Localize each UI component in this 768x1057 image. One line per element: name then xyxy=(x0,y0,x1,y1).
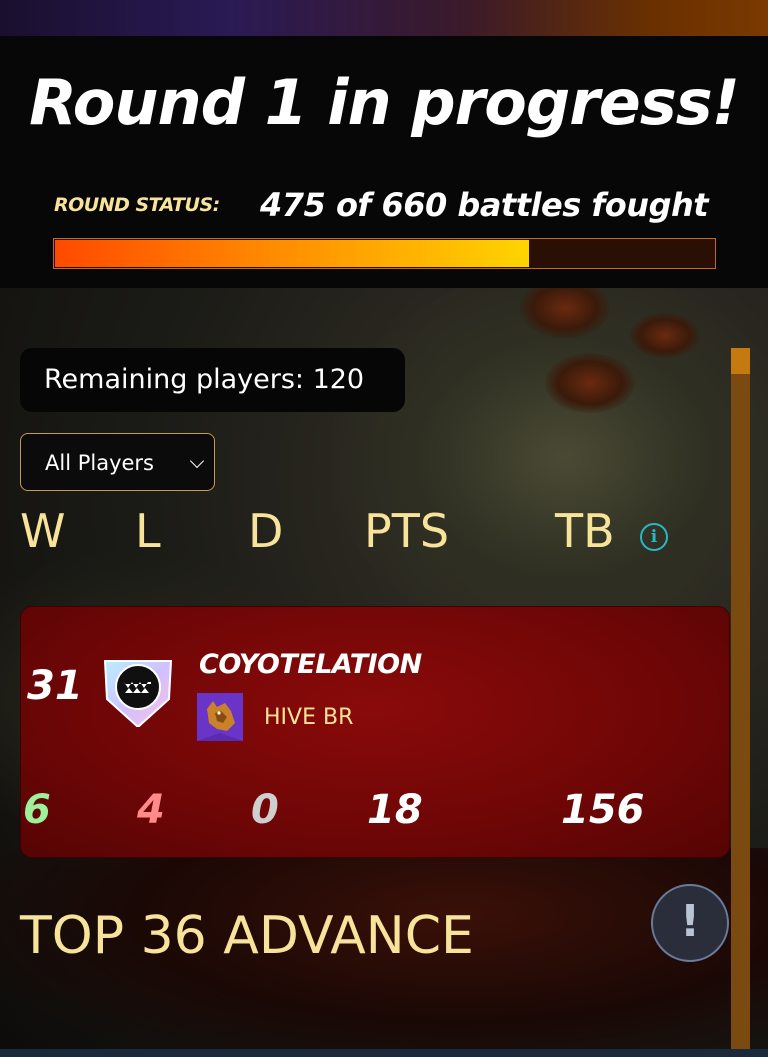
player-filter-value: All Players xyxy=(45,451,154,475)
top-gradient-strip xyxy=(0,0,768,36)
guild-name[interactable]: HIVE BR xyxy=(264,705,353,730)
standings-panel: Remaining players: 120 All Players W L D… xyxy=(0,288,768,1049)
chevron-down-icon xyxy=(189,453,205,469)
player-name[interactable]: COYOTELATION xyxy=(199,649,422,680)
scrollbar-thumb[interactable] xyxy=(731,348,750,374)
player-draws: 0 xyxy=(251,787,279,833)
advance-info: TOP 36 ADVANCE xyxy=(20,906,474,966)
column-header-draws: D xyxy=(248,504,284,558)
background-art xyxy=(630,313,700,358)
alert-button[interactable]: ! xyxy=(651,884,729,962)
guild-banner-icon xyxy=(197,693,243,741)
player-filter-dropdown[interactable]: All Players xyxy=(20,433,215,491)
column-header-wins: W xyxy=(20,504,66,558)
background-art xyxy=(545,353,635,413)
round-status-value: 475 of 660 battles fought xyxy=(260,186,709,224)
player-losses: 4 xyxy=(137,787,165,833)
round-status-label: ROUND STATUS: xyxy=(54,194,220,216)
round-progress-fill xyxy=(55,240,529,267)
round-progress-bar xyxy=(53,238,716,269)
round-header: Round 1 in progress! ROUND STATUS: 475 o… xyxy=(0,36,768,288)
round-title: Round 1 in progress! xyxy=(29,66,740,139)
league-badge-icon xyxy=(103,660,173,727)
player-rank: 31 xyxy=(27,663,83,709)
player-standing-card[interactable]: 31 COYOTELATION HIVE BR 6 4 0 18 156 xyxy=(20,606,730,858)
player-points: 18 xyxy=(367,787,423,833)
player-wins: 6 xyxy=(23,787,51,833)
column-header-losses: L xyxy=(135,504,161,558)
bottom-strip xyxy=(0,1049,768,1057)
column-header-tiebreak: TB xyxy=(555,504,615,558)
round-status-row: ROUND STATUS: 475 of 660 battles fought xyxy=(54,186,734,226)
info-icon[interactable]: i xyxy=(640,523,668,551)
remaining-players-box: Remaining players: 120 xyxy=(20,348,405,412)
player-tiebreak: 156 xyxy=(561,787,645,833)
scrollbar[interactable] xyxy=(731,348,750,1049)
background-art xyxy=(330,288,768,648)
column-header-points: PTS xyxy=(364,504,450,558)
